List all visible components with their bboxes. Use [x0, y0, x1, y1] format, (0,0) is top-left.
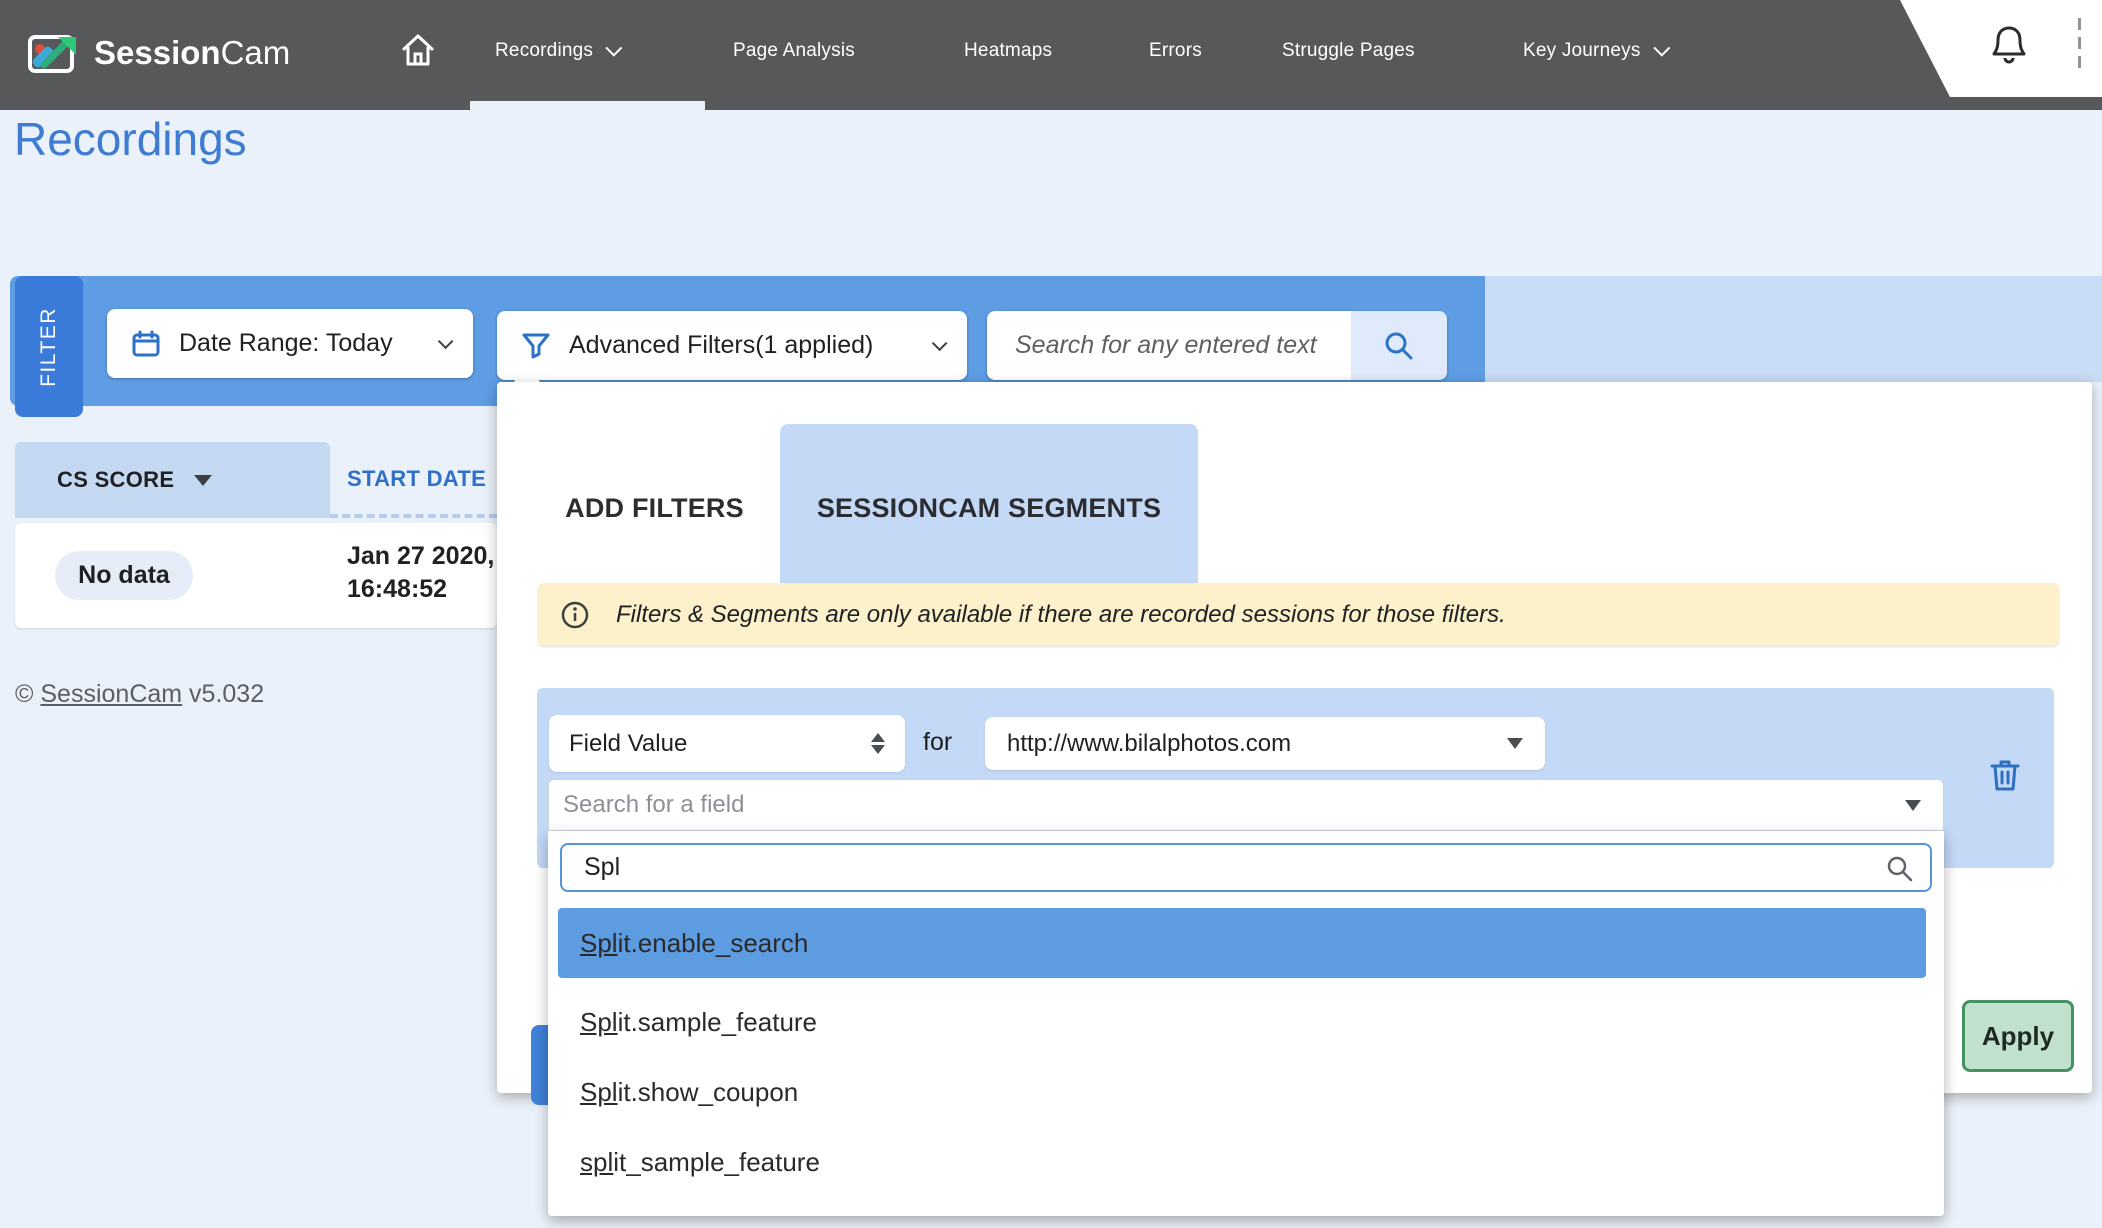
site-select[interactable]: http://www.bilalphotos.com — [985, 717, 1545, 770]
advanced-filters-label: Advanced Filters(1 applied) — [569, 331, 873, 360]
apply-button[interactable]: Apply — [1962, 1000, 2074, 1072]
notifications-bell-icon[interactable] — [1990, 24, 2028, 66]
overflow-menu-icon[interactable] — [2078, 18, 2081, 72]
nav-item-page-analysis[interactable]: Page Analysis — [733, 0, 855, 101]
funnel-filter-icon — [521, 331, 551, 361]
field-combo-placeholder: Search for a field — [563, 791, 744, 819]
start-date-cell: Jan 27 2020, 16:48:52 — [347, 540, 494, 606]
field-combo[interactable]: Search for a field — [548, 779, 1944, 831]
filter-side-tab[interactable]: FILTER — [15, 276, 83, 417]
nav-item-key-journeys[interactable]: Key Journeys — [1523, 0, 1665, 101]
home-icon[interactable] — [398, 30, 438, 70]
dropdown-arrow-icon — [1507, 738, 1523, 749]
panel-caret — [513, 366, 541, 383]
advanced-filters-button[interactable]: Advanced Filters(1 applied) — [497, 311, 967, 380]
sessioncam-logo[interactable]: SessionCam — [28, 20, 290, 86]
page-title: Recordings — [14, 112, 247, 166]
chevron-down-icon — [605, 39, 622, 56]
search-icon — [1382, 329, 1416, 363]
nav-item-recordings[interactable]: Recordings — [495, 0, 617, 101]
tab-add-filters[interactable]: ADD FILTERS — [537, 424, 772, 592]
field-option-split-enable-search[interactable]: Split.enable_search — [558, 908, 1926, 978]
nav-item-heatmaps[interactable]: Heatmaps — [964, 0, 1052, 101]
filter-bar-extension — [1485, 276, 2102, 382]
field-autocomplete-dropdown: Split.enable_search Split.sample_feature… — [548, 831, 1944, 1216]
column-header-cs-score[interactable]: CS SCORE — [15, 442, 330, 518]
column-header-start-date[interactable]: START DATE — [347, 466, 486, 492]
text-search-input[interactable] — [987, 331, 1351, 360]
field-option-split-show-coupon[interactable]: Split.show_coupon — [558, 1057, 1926, 1127]
date-range-button[interactable]: Date Range: Today — [107, 309, 473, 378]
site-select-value: http://www.bilalphotos.com — [1007, 730, 1291, 758]
info-banner: Filters & Segments are only available if… — [538, 583, 2059, 646]
dropdown-arrow-icon — [1905, 800, 1921, 811]
search-icon — [1884, 853, 1914, 883]
delete-filter-icon[interactable] — [1990, 758, 2020, 792]
chevron-down-icon — [932, 336, 948, 352]
field-option-split-sample-feature[interactable]: Split.sample_feature — [558, 987, 1926, 1057]
sessioncam-logo-text: SessionCam — [94, 20, 290, 86]
text-search — [987, 311, 1447, 380]
search-button[interactable] — [1351, 311, 1447, 380]
sort-desc-icon — [194, 475, 212, 486]
nav-corner-wedge — [1860, 0, 2102, 97]
nav-item-struggle-pages[interactable]: Struggle Pages — [1282, 0, 1415, 101]
sessioncam-logo-icon — [28, 31, 80, 75]
chevron-down-icon — [438, 334, 454, 350]
copyright-footer: © SessionCam v5.032 — [15, 680, 264, 709]
nav-item-recordings-label: Recordings — [495, 40, 593, 62]
field-search-box — [560, 843, 1932, 892]
cs-score-badge: No data — [55, 551, 193, 600]
for-label: for — [923, 728, 952, 757]
sessioncam-link[interactable]: SessionCam — [40, 680, 182, 708]
active-nav-indicator — [470, 101, 705, 110]
field-search-input[interactable] — [584, 853, 1884, 882]
tab-sessioncam-segments[interactable]: SESSIONCAM SEGMENTS — [780, 424, 1198, 592]
info-banner-text: Filters & Segments are only available if… — [616, 601, 1506, 629]
date-range-label: Date Range: Today — [179, 329, 393, 358]
info-icon — [560, 600, 590, 630]
filter-type-select[interactable]: Field Value — [549, 715, 905, 772]
select-spinner-icon — [871, 733, 885, 754]
sessioncam-app: SessionCam Recordings Page Analysis Heat… — [0, 0, 2102, 1228]
filter-type-value: Field Value — [569, 730, 687, 758]
field-option-split-sample-feature-underscore[interactable]: split_sample_feature — [558, 1127, 1926, 1197]
calendar-icon — [131, 329, 161, 359]
top-nav: SessionCam Recordings Page Analysis Heat… — [0, 0, 2102, 110]
nav-item-errors[interactable]: Errors — [1149, 0, 1202, 101]
chevron-down-icon — [1653, 39, 1670, 56]
column-divider-dashed — [330, 514, 497, 518]
